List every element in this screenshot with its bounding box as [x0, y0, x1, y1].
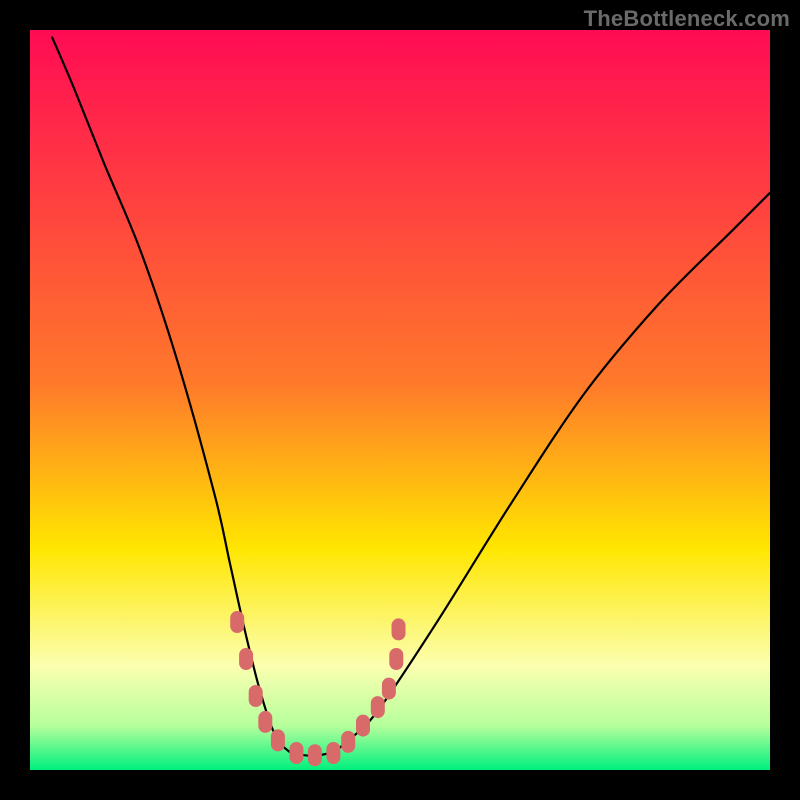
valley-marker: [249, 685, 263, 707]
valley-marker: [230, 611, 244, 633]
valley-marker: [308, 744, 322, 766]
valley-marker: [271, 729, 285, 751]
chart-frame: TheBottleneck.com: [0, 0, 800, 800]
plot-area: [30, 30, 770, 770]
valley-marker: [258, 711, 272, 733]
valley-marker: [356, 715, 370, 737]
valley-marker: [389, 648, 403, 670]
valley-marker: [392, 618, 406, 640]
valley-marker: [289, 742, 303, 764]
chart-svg: [30, 30, 770, 770]
valley-marker: [239, 648, 253, 670]
valley-marker: [326, 742, 340, 764]
valley-marker: [382, 678, 396, 700]
valley-marker: [341, 731, 355, 753]
valley-marker: [371, 696, 385, 718]
watermark-text: TheBottleneck.com: [584, 6, 790, 32]
